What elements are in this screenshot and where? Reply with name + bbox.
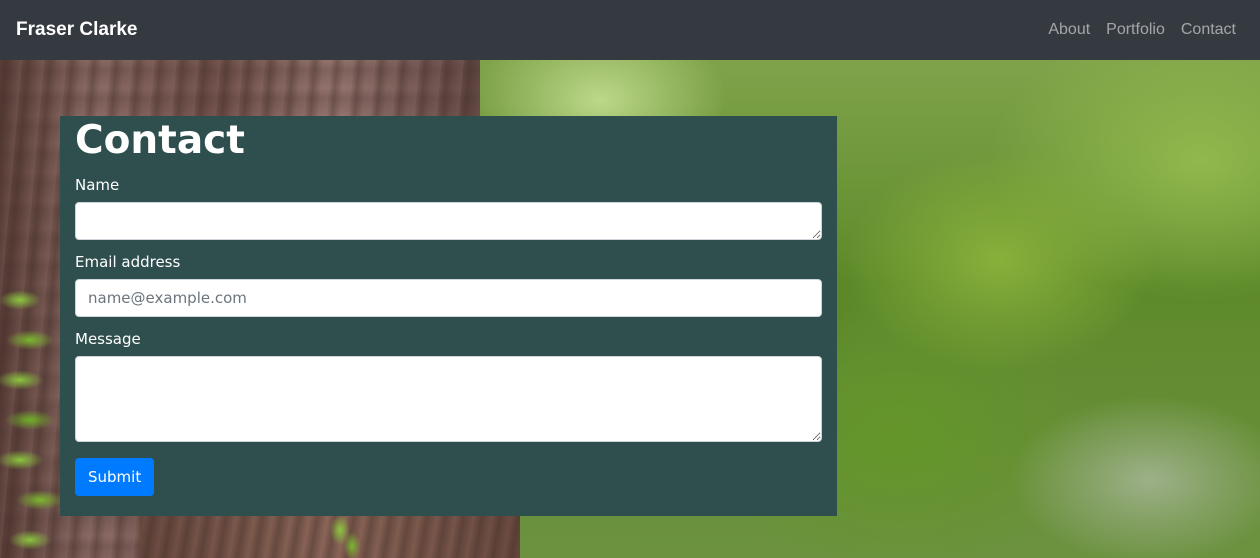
name-field[interactable] [75, 201, 822, 240]
page-title: Contact [75, 118, 245, 163]
email-field[interactable] [75, 278, 822, 317]
brand-link[interactable]: Fraser Clarke [16, 19, 137, 41]
email-label: Email address [75, 252, 181, 271]
contact-card: Contact Name Email address Message Submi… [60, 116, 837, 516]
nav-link-contact[interactable]: Contact [1173, 21, 1244, 39]
message-label: Message [75, 329, 141, 348]
navbar: Fraser Clarke About Portfolio Contact [0, 0, 1260, 60]
fern-sprout-image [320, 510, 370, 558]
nav-link-portfolio[interactable]: Portfolio [1098, 21, 1173, 39]
nav-links: About Portfolio Contact [1040, 21, 1244, 39]
nav-link-about[interactable]: About [1040, 21, 1098, 39]
message-field[interactable] [75, 355, 822, 442]
submit-button[interactable]: Submit [75, 457, 155, 496]
name-label: Name [75, 175, 120, 194]
